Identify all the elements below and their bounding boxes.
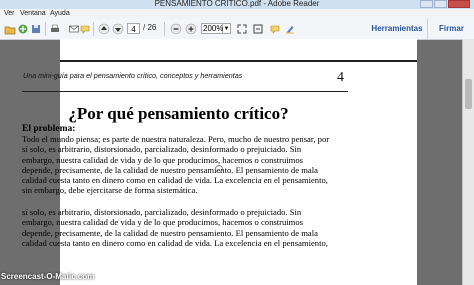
page-number: 4 <box>337 70 344 85</box>
page-number-input[interactable]: 4 <box>127 23 140 34</box>
previous-page-bottom <box>60 39 417 62</box>
zoom-in-icon[interactable] <box>185 23 197 35</box>
subheading: El problema: <box>22 124 76 134</box>
minimize-button[interactable] <box>420 0 433 8</box>
paragraph-1: Todo el mundo piensa; es parte de nuestr… <box>22 134 348 196</box>
text-line: depende, precisamente, de la calidad de … <box>22 164 318 175</box>
toolbar-separator <box>45 22 46 36</box>
watermark: Screencast-O-Matic.com <box>1 272 95 281</box>
text-line: sí solo, es arbitrario, distorsionado, p… <box>22 144 302 155</box>
text-line: embargo, nuestra calidad de vida y de lo… <box>22 217 303 228</box>
paragraph-2: sí solo, es arbitrario, distorsionado, p… <box>22 207 348 248</box>
text-line: embargo, nuestra calidad de vida y de lo… <box>22 154 303 165</box>
maximize-button[interactable] <box>434 0 447 8</box>
chevron-down-icon[interactable]: ▼ <box>223 23 231 34</box>
print-icon[interactable] <box>49 23 61 35</box>
text-line: Todo el mundo piensa; es parte de nuestr… <box>22 134 330 144</box>
running-header: Una mini-guía para el pensamiento crític… <box>23 71 243 80</box>
sign-button[interactable]: Firmar <box>427 19 474 39</box>
section-heading: ¿Por qué pensamiento crítico? <box>68 104 289 123</box>
vertical-scrollbar[interactable] <box>462 39 474 285</box>
fit-page-icon[interactable] <box>236 23 248 35</box>
open-icon[interactable] <box>4 23 16 35</box>
window-controls <box>420 0 470 9</box>
text-line: sí solo, es arbitrario, distorsionado, p… <box>22 207 302 217</box>
text-line: calidad cuesta tanto en dinero como en c… <box>22 237 328 248</box>
page-total: / 26 <box>143 23 157 32</box>
toolbar-separator <box>93 22 94 36</box>
menu-ver[interactable]: Ver <box>4 10 15 17</box>
window-title: PENSAMIENTO CRÍTICO.pdf - Adobe Reader <box>154 0 320 8</box>
menu-bar: Ver Ventana Ayuda <box>0 9 474 19</box>
toolbar: 4 / 26 200% ▼ Herramientas Firmar <box>0 19 474 40</box>
text-line: calidad cuesta tanto en dinero como en c… <box>22 175 328 186</box>
tools-button[interactable]: Herramientas <box>367 19 427 39</box>
next-page-icon[interactable] <box>112 23 124 35</box>
title-bar: PENSAMIENTO CRÍTICO.pdf - Adobe Reader <box>0 0 474 9</box>
highlight-icon[interactable] <box>284 23 296 35</box>
header-rule <box>22 91 348 92</box>
close-button[interactable] <box>448 0 470 8</box>
zoom-out-icon[interactable] <box>170 23 182 35</box>
prev-page-icon[interactable] <box>98 23 110 35</box>
menu-ventana[interactable]: Ventana <box>20 10 46 17</box>
annotate-icon[interactable] <box>269 23 281 35</box>
comment-icon[interactable] <box>79 23 91 35</box>
menu-ayuda[interactable]: Ayuda <box>50 10 70 17</box>
mouse-cursor <box>215 165 223 173</box>
save-icon[interactable] <box>30 23 42 35</box>
toolbar-separator <box>164 22 165 36</box>
create-icon[interactable] <box>17 23 29 35</box>
text-line: sin embargo, debe ejercitarse de forma s… <box>22 185 198 196</box>
fullscreen-icon[interactable] <box>252 23 264 35</box>
zoom-input[interactable]: 200% <box>201 23 223 34</box>
scrollbar-thumb[interactable] <box>465 79 472 109</box>
text-line: depende, precisamente, de la calidad de … <box>22 227 318 238</box>
